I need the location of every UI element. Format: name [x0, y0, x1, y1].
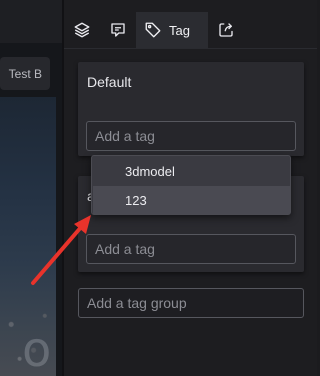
preset-tab[interactable]: Test B [0, 57, 50, 90]
dropdown-option[interactable]: 3dmodel [93, 157, 290, 185]
add-tag-input[interactable] [86, 234, 296, 264]
tag-group-title: Default [87, 74, 132, 90]
tab-tag-label: Tag [169, 22, 190, 38]
layers-button[interactable] [64, 12, 100, 48]
add-tag-group-input[interactable] [78, 288, 304, 318]
tag-suggestion-dropdown: 3dmodel 123 [91, 155, 291, 215]
viewport[interactable]: Test B o [0, 0, 62, 376]
scene-watermark: o [22, 322, 52, 376]
tag-icon [145, 22, 161, 38]
preset-tab-label: Test B [8, 66, 42, 81]
layers-icon [74, 22, 90, 38]
add-tag-input[interactable] [86, 121, 296, 151]
comment-icon [111, 23, 125, 37]
export-button[interactable] [208, 12, 244, 48]
dropdown-option-highlighted[interactable]: 123 [93, 186, 290, 214]
viewport-top-strip [0, 0, 62, 43]
toolbar-divider [64, 48, 317, 49]
panel-toolbar: Tag [64, 12, 317, 48]
comments-button[interactable] [100, 12, 136, 48]
tab-tag[interactable]: Tag [136, 12, 208, 48]
export-icon [219, 23, 233, 37]
tag-group-default: Default [78, 62, 304, 156]
